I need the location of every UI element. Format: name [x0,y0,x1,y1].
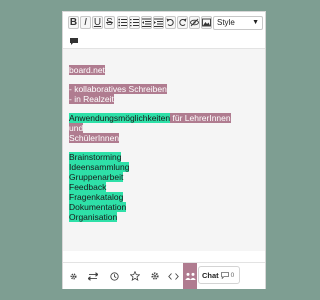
indent-increase-icon[interactable] [153,16,164,29]
star-icon[interactable] [129,270,141,282]
list-item: Ideensammlung [69,162,130,172]
chat-count: 0 [230,271,235,279]
italic-button[interactable]: I [80,16,91,29]
settings-icon[interactable] [67,270,79,282]
list-item: Gruppenarbeit [69,172,124,182]
list-item: Dokumentation [69,202,127,212]
image-icon[interactable] [201,16,212,29]
users-icon[interactable] [183,263,197,289]
swap-icon[interactable] [87,270,99,282]
text-line: board.net [69,65,105,75]
gear-icon[interactable] [149,270,161,282]
bottom-bar: Chat 0 [63,262,265,289]
undo-icon[interactable] [165,16,176,29]
comment-icon[interactable] [68,35,79,48]
list-item: Brainstorming [69,152,122,162]
chat-button[interactable]: Chat 0 [198,266,240,284]
style-select[interactable]: Style ▼ [213,16,263,30]
chat-label: Chat [202,270,219,280]
text-line: SchülerInnen [69,133,120,143]
text-line: - in Realzeit [69,94,114,104]
hide-eye-icon[interactable] [189,16,200,29]
text-line: Anwendungsmöglichkeiten [69,113,171,123]
history-icon[interactable] [108,270,120,282]
pad-window: B I U S Style ▼ board.net - kollaborativ… [62,11,266,289]
underline-button[interactable]: U [92,16,103,29]
chevron-down-icon: ▼ [252,19,259,26]
list-item: Feedback [69,182,107,192]
indent-decrease-icon[interactable] [141,16,152,29]
style-select-label: Style [217,18,235,27]
embed-code-icon[interactable] [167,270,179,282]
redo-icon[interactable] [177,16,188,29]
text-line: - kollaboratives Schreiben [69,84,167,94]
bullet-list-icon[interactable] [117,16,128,29]
editor-area[interactable]: board.net - kollaboratives Schreiben - i… [63,49,265,251]
pad-content[interactable]: board.net - kollaboratives Schreiben - i… [69,65,239,222]
list-item: Fragenkatalog [69,192,124,202]
bold-button[interactable]: B [68,16,79,29]
list-item: Organisation [69,212,118,222]
numbered-list-icon[interactable] [129,16,140,29]
toolbar: B I U S Style ▼ [63,12,265,49]
chat-bubble-icon [220,271,229,279]
strikethrough-button[interactable]: S [104,16,115,29]
